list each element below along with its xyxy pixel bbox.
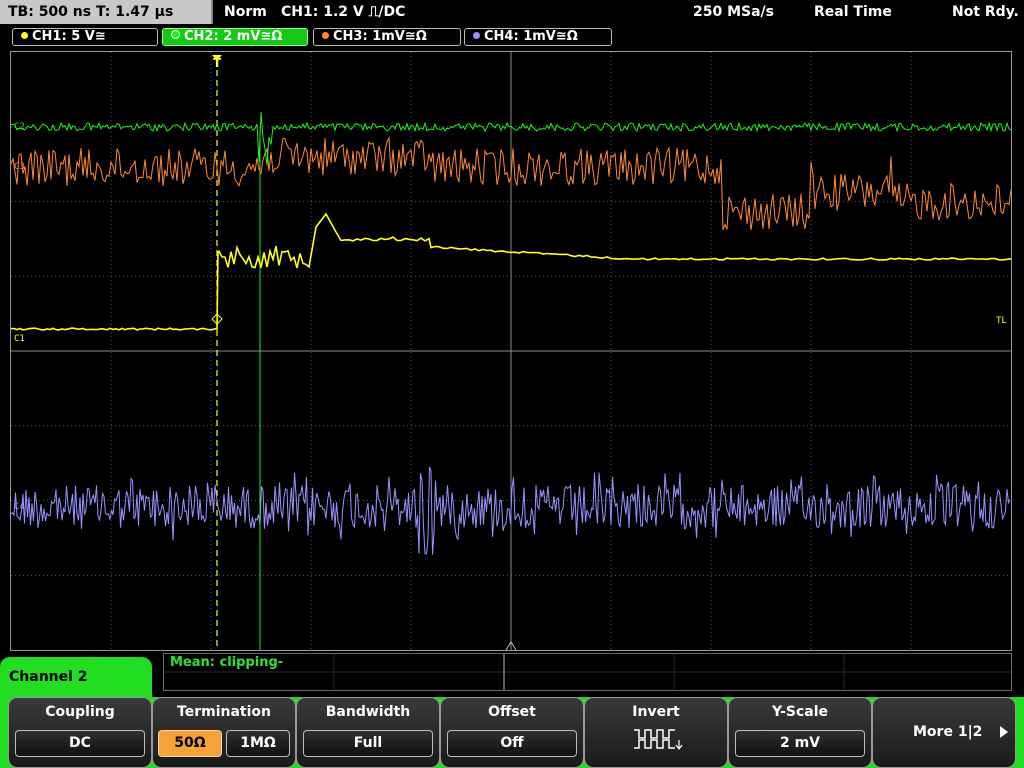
measurement-panel	[163, 653, 1012, 691]
channel-2-label: CH2: 2 mV≅Ω	[184, 29, 283, 44]
trigger-level-marker[interactable]: TL	[996, 316, 1007, 326]
ch4-level-marker[interactable]: C4	[14, 502, 25, 512]
termination-50ohm-option[interactable]: 50Ω	[158, 730, 222, 757]
y-scale-softkey[interactable]: Y-Scale 2 mV	[728, 697, 872, 768]
trigger-position-marker[interactable]: T	[213, 56, 222, 70]
offset-title: Offset	[488, 704, 536, 720]
invert-title: Invert	[632, 704, 680, 720]
more-softkey[interactable]: More 1|2	[872, 697, 1016, 768]
coupling-value[interactable]: DC	[15, 730, 145, 757]
channel-2-tab[interactable]: CH2: 2 mV≅Ω	[162, 28, 308, 46]
ch3-level-marker[interactable]: C3	[14, 162, 25, 172]
acquisition-state: Not Rdy.	[952, 4, 1019, 20]
channel-4-tab[interactable]: CH4: 1mV≅Ω	[464, 28, 612, 46]
bandwidth-softkey[interactable]: Bandwidth Full	[296, 697, 440, 768]
channel-1-tab[interactable]: CH1: 5 V≅	[12, 28, 158, 46]
termination-title: Termination	[177, 704, 271, 720]
channel-3-color-dot	[322, 32, 329, 39]
y-scale-title: Y-Scale	[771, 704, 828, 720]
menu-title: Channel 2	[9, 669, 88, 685]
waveform-display[interactable]: C2 C3 C1 C4 TL T	[10, 51, 1012, 651]
trigger-info[interactable]: CH1: 1.2 V ⎍/DC	[281, 0, 405, 24]
invert-softkey[interactable]: Invert	[584, 697, 728, 768]
measurement-readout: Mean: clipping-	[170, 655, 284, 670]
sample-rate: 250 MSa/s	[693, 4, 775, 20]
square-wave-invert-icon	[634, 729, 683, 750]
offset-softkey[interactable]: Offset Off	[440, 697, 584, 768]
more-label: More 1|2	[913, 724, 983, 740]
bandwidth-value[interactable]: Full	[303, 730, 433, 757]
bandwidth-title: Bandwidth	[325, 704, 411, 720]
channel-3-tab[interactable]: CH3: 1mV≅Ω	[313, 28, 461, 46]
channel-4-color-dot	[473, 32, 480, 39]
timebase-readout[interactable]: TB: 500 ns T: 1.47 µs	[0, 0, 213, 24]
channel-4-label: CH4: 1mV≅Ω	[484, 29, 578, 44]
channel-1-color-dot	[21, 32, 28, 39]
termination-1mohm-option[interactable]: 1MΩ	[226, 730, 290, 757]
coupling-softkey[interactable]: Coupling DC	[8, 697, 152, 768]
channel-1-label: CH1: 5 V≅	[32, 29, 106, 44]
y-scale-value[interactable]: 2 mV	[735, 730, 865, 757]
graticule	[11, 52, 1011, 650]
ch1-level-marker[interactable]: C1	[14, 334, 25, 344]
termination-softkey[interactable]: Termination 50Ω 1MΩ	[152, 697, 296, 768]
acquisition-mode: Real Time	[814, 4, 892, 20]
channel-2-color-dot	[171, 30, 180, 39]
offset-value[interactable]: Off	[447, 730, 577, 757]
waveform-canvas: C2 C3 C1 C4 TL T	[11, 52, 1011, 650]
coupling-title: Coupling	[45, 704, 115, 720]
channel-3-label: CH3: 1mV≅Ω	[333, 29, 427, 44]
ch2-level-marker[interactable]: C2	[14, 122, 25, 132]
trigger-mode[interactable]: Norm	[224, 0, 267, 24]
play-arrow-icon	[1000, 726, 1008, 738]
